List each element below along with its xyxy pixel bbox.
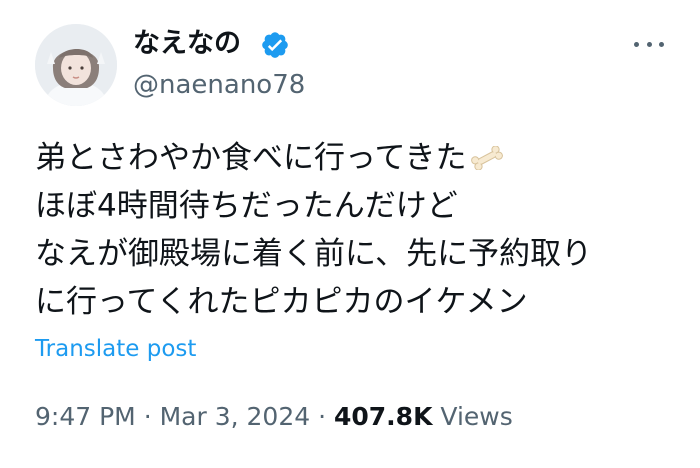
views-label: Views: [440, 402, 513, 431]
verified-badge-icon[interactable]: [260, 30, 290, 60]
tweet-meta: 9:47 PM · Mar 3, 2024 · 407.8K Views: [35, 400, 513, 434]
more-dot: [659, 41, 664, 47]
avatar[interactable]: [35, 24, 117, 106]
views-count: 407.8K: [334, 402, 433, 431]
translate-post-link[interactable]: Translate post: [35, 334, 196, 364]
bone-emoji-icon: [470, 146, 503, 170]
tweet-card: なえなの @naenano78 弟とさわやか食べに行ってきた ほぼ4時間待ちだっ…: [0, 0, 700, 468]
meta-separator: ·: [143, 402, 152, 431]
post-time[interactable]: 9:47 PM: [35, 402, 136, 431]
post-date[interactable]: Mar 3, 2024: [160, 402, 311, 431]
display-name[interactable]: なえなの: [133, 27, 241, 61]
more-options-icon[interactable]: [634, 32, 664, 56]
tweet-line-1-text: 弟とさわやか食べに行ってきた: [35, 140, 467, 176]
tweet-line-1: 弟とさわやか食べに行ってきた: [35, 134, 675, 182]
tweet-line-4: に行ってくれたピカピカのイケメン: [35, 284, 528, 320]
tweet-line-3: なえが御殿場に着く前に、先に予約取り: [35, 236, 593, 272]
tweet-line-2: ほぼ4時間待ちだったんだけど: [35, 188, 458, 224]
meta-separator: ·: [318, 402, 327, 431]
more-dot: [634, 41, 639, 47]
author-handle[interactable]: @naenano78: [133, 68, 305, 102]
more-dot: [646, 41, 652, 47]
tweet-text: 弟とさわやか食べに行ってきた ほぼ4時間待ちだったんだけど なえが御殿場に着く前…: [35, 134, 675, 326]
avatar-image: [35, 24, 117, 106]
